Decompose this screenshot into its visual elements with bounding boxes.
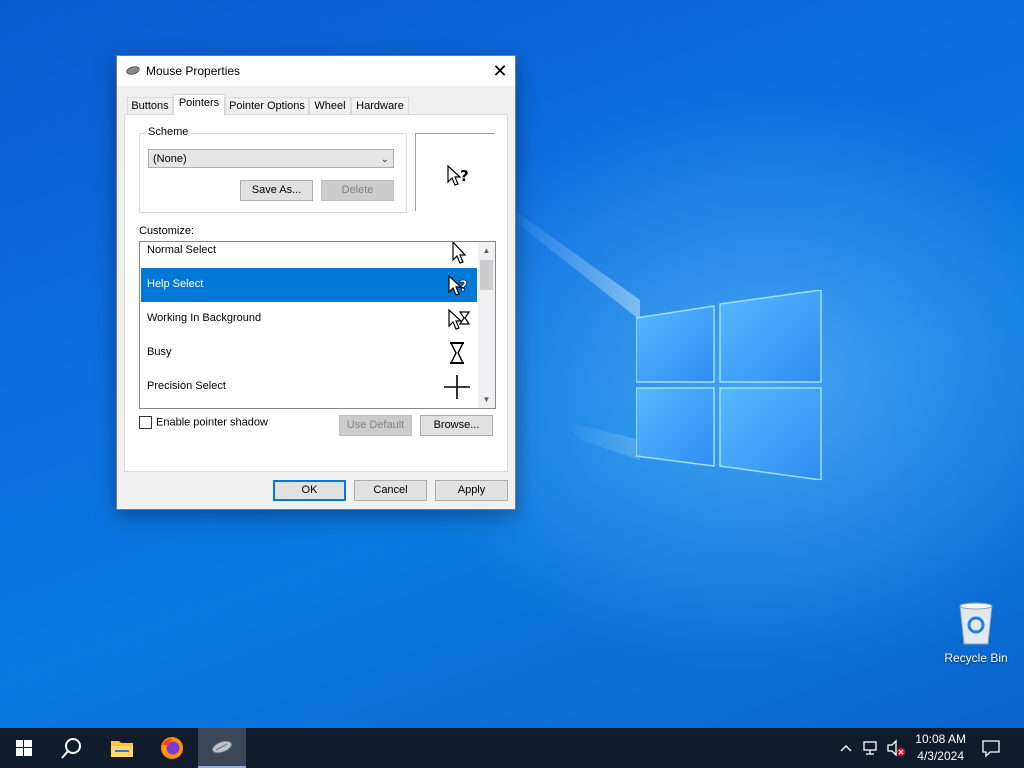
save-as-button[interactable]: Save As... xyxy=(240,180,313,201)
system-clock[interactable]: 10:08 AM 4/3/2024 xyxy=(915,731,966,765)
recycle-bin-icon xyxy=(959,602,993,645)
file-explorer-icon xyxy=(111,741,133,757)
ok-button[interactable]: OK xyxy=(273,480,346,501)
chevron-up-icon xyxy=(840,745,852,752)
network-button[interactable] xyxy=(860,728,882,768)
svg-text:?: ? xyxy=(460,167,469,185)
window-title: Mouse Properties xyxy=(146,64,241,78)
title-bar[interactable]: Mouse Properties ✕ xyxy=(117,56,515,86)
taskbar: 10:08 AM 4/3/2024 xyxy=(0,728,1024,768)
working-cursor-icon xyxy=(448,308,471,330)
close-icon: ✕ xyxy=(492,60,508,81)
arrow-cursor-icon xyxy=(452,242,467,264)
help-cursor-icon: ? xyxy=(447,164,469,186)
scheme-group xyxy=(139,133,407,213)
scroll-thumb[interactable] xyxy=(480,260,493,290)
start-icon xyxy=(16,740,32,756)
list-item-label: Help Select xyxy=(147,278,204,290)
mouse-properties-icon xyxy=(211,740,233,754)
notification-icon xyxy=(982,739,1000,757)
mouse-properties-dialog: Mouse Properties ✕ Buttons Pointers Poin… xyxy=(116,55,516,510)
volume-muted-icon xyxy=(887,739,905,757)
firefox-icon xyxy=(161,737,183,759)
delete-button[interactable]: Delete xyxy=(321,180,394,201)
list-item-label: Busy xyxy=(147,346,172,358)
pointers-panel: Scheme (None) ⌄ Save As... Delete ? Cust… xyxy=(124,114,508,472)
list-item-label: Normal Select xyxy=(147,244,217,256)
enable-pointer-shadow-checkbox[interactable]: Enable pointer shadow xyxy=(139,416,268,429)
apply-button[interactable]: Apply xyxy=(435,480,508,501)
pointer-preview: ? xyxy=(415,133,495,211)
show-hidden-icons-button[interactable] xyxy=(836,728,856,768)
list-item-busy[interactable]: Busy xyxy=(141,336,477,370)
volume-button[interactable] xyxy=(884,728,908,768)
network-icon xyxy=(863,741,877,755)
crosshair-cursor-icon xyxy=(444,375,470,399)
list-item-precision-select[interactable]: Precision Select xyxy=(141,370,477,404)
start-button[interactable] xyxy=(0,728,48,768)
checkbox-box[interactable] xyxy=(139,416,152,429)
customize-label: Customize: xyxy=(139,225,195,237)
search-icon xyxy=(61,738,81,759)
list-item-label: Precision Select xyxy=(147,380,226,392)
mouse-properties-taskbar-button[interactable] xyxy=(198,728,246,768)
list-item-normal-select[interactable]: Normal Select xyxy=(141,242,477,268)
cancel-button[interactable]: Cancel xyxy=(354,480,427,501)
list-item-label: Working In Background xyxy=(147,312,262,324)
scheme-selected-value: (None) xyxy=(153,153,187,165)
windows-logo-wallpaper xyxy=(636,290,822,480)
clock-time: 10:08 AM xyxy=(915,732,966,746)
hourglass-cursor-icon xyxy=(449,342,465,364)
search-button[interactable] xyxy=(48,728,96,768)
action-center-button[interactable] xyxy=(976,728,1006,768)
scheme-dropdown[interactable]: (None) ⌄ xyxy=(148,149,394,168)
help-cursor-icon: ? xyxy=(448,274,468,296)
scroll-down-icon[interactable]: ▼ xyxy=(478,391,495,408)
use-default-button[interactable]: Use Default xyxy=(339,415,412,436)
recycle-bin-label: Recycle Bin xyxy=(944,651,1008,665)
recycle-bin-shortcut[interactable]: Recycle Bin xyxy=(940,600,1012,665)
clock-date: 4/3/2024 xyxy=(917,749,964,763)
list-item-working-in-background[interactable]: Working In Background xyxy=(141,302,477,336)
list-scrollbar[interactable]: ▲ ▼ xyxy=(478,242,495,408)
browse-button[interactable]: Browse... xyxy=(420,415,493,436)
tab-pointers[interactable]: Pointers xyxy=(173,94,225,116)
svg-text:?: ? xyxy=(459,277,468,295)
chevron-down-icon: ⌄ xyxy=(380,154,389,165)
mouse-icon xyxy=(126,66,140,75)
cursor-list[interactable]: Normal Select Help Select ? Working In B… xyxy=(139,241,496,409)
file-explorer-button[interactable] xyxy=(98,728,146,768)
firefox-button[interactable] xyxy=(148,728,196,768)
checkbox-label: Enable pointer shadow xyxy=(156,416,268,429)
scheme-label: Scheme xyxy=(145,126,192,138)
close-button[interactable]: ✕ xyxy=(485,56,515,86)
scroll-up-icon[interactable]: ▲ xyxy=(478,242,495,259)
list-item-help-select[interactable]: Help Select ? xyxy=(141,268,477,302)
